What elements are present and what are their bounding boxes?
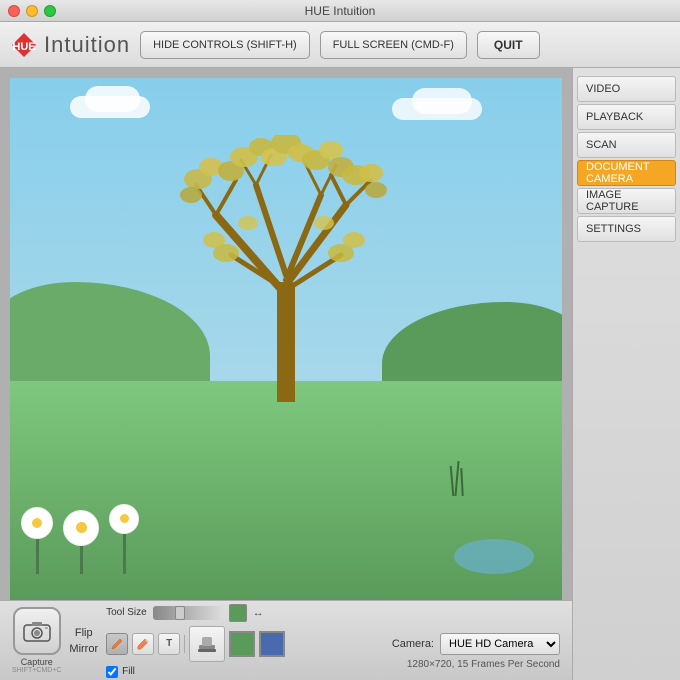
resize-icon: ↔ <box>253 607 264 619</box>
text-icon: T <box>166 638 172 649</box>
window-title: HUE Intuition <box>305 4 376 18</box>
capture-button-container: Capture SHIFT+CMD+C <box>12 607 61 674</box>
flower-head-3 <box>109 504 139 534</box>
capture-text: Capture <box>12 657 61 667</box>
frame-rate-label: 1280×720, 15 Frames Per Second <box>407 659 560 670</box>
sidebar-item-document-camera[interactable]: DOCUMENT CAMERA <box>577 160 676 186</box>
sidebar-item-scan-label: SCAN <box>586 139 617 151</box>
size-preview-box <box>229 604 247 622</box>
tool-size-row: Tool Size ↔ <box>106 604 285 622</box>
tool-buttons-row: T <box>106 626 285 662</box>
capture-label: Capture SHIFT+CMD+C <box>12 657 61 674</box>
hide-controls-button[interactable]: HIDE CONTROLS (SHIFT-H) <box>140 31 310 59</box>
sidebar-item-scan[interactable]: SCAN <box>577 132 676 158</box>
scene-display <box>10 78 562 600</box>
video-feed <box>10 78 562 600</box>
minimize-button[interactable] <box>26 5 38 17</box>
cloud-right-top <box>412 88 472 114</box>
quit-button[interactable]: QUIT <box>477 31 540 59</box>
stamp-tool-button[interactable] <box>189 626 225 662</box>
fullscreen-button[interactable]: FULL SCREEN (CMD-F) <box>320 31 467 59</box>
brush-icon <box>137 638 149 650</box>
capture-shortcut: SHIFT+CMD+C <box>12 667 61 674</box>
flower-1 <box>21 507 53 574</box>
tool-size-slider[interactable] <box>153 606 223 620</box>
pencil-icon <box>111 638 123 650</box>
camera-row: Camera: HUE HD Camera <box>392 633 560 655</box>
svg-text:HUE: HUE <box>12 41 35 53</box>
flip-mirror-controls: Flip Mirror <box>69 627 98 655</box>
flip-button[interactable]: Flip <box>75 627 93 639</box>
brush-tool-button[interactable] <box>132 633 154 655</box>
sidebar-item-image-capture-label: IMAGE CAPTURE <box>586 189 667 213</box>
mirror-button[interactable]: Mirror <box>69 643 98 655</box>
sidebar-item-video-label: VIDEO <box>586 83 620 95</box>
sidebar-item-playback[interactable]: PLAYBACK <box>577 104 676 130</box>
camera-section: Camera: HUE HD Camera 1280×720, 15 Frame… <box>392 633 560 670</box>
toolbar: HUE Intuition HIDE CONTROLS (SHIFT-H) FU… <box>0 22 680 68</box>
color-box-green[interactable] <box>229 631 255 657</box>
main-area: Capture SHIFT+CMD+C Flip Mirror Tool Siz… <box>0 68 680 680</box>
flower-head-2 <box>63 510 99 546</box>
camera-area: Capture SHIFT+CMD+C Flip Mirror Tool Siz… <box>0 68 572 680</box>
sidebar-item-settings-label: SETTINGS <box>586 223 641 235</box>
flower-head-1 <box>21 507 53 539</box>
fill-row: Fill <box>106 666 285 678</box>
flower-2 <box>63 510 99 574</box>
grass-stems <box>451 461 463 496</box>
sidebar-item-playback-label: PLAYBACK <box>586 111 643 123</box>
logo: HUE Intuition <box>10 31 130 59</box>
sidebar: VIDEO PLAYBACK SCAN DOCUMENT CAMERA IMAG… <box>572 68 680 680</box>
hue-logo-icon: HUE <box>10 31 38 59</box>
maximize-button[interactable] <box>44 5 56 17</box>
tools-section: Tool Size ↔ <box>106 604 285 678</box>
sidebar-item-document-camera-label: DOCUMENT CAMERA <box>586 161 667 185</box>
bottom-toolbar: Capture SHIFT+CMD+C Flip Mirror Tool Siz… <box>0 600 572 680</box>
pencil-tool-button[interactable] <box>106 633 128 655</box>
camera-select[interactable]: HUE HD Camera <box>440 633 560 655</box>
flowers-group <box>21 504 139 574</box>
sidebar-item-image-capture[interactable]: IMAGE CAPTURE <box>577 188 676 214</box>
titlebar: HUE Intuition <box>0 0 680 22</box>
tool-size-label: Tool Size <box>106 607 147 618</box>
capture-button[interactable] <box>13 607 61 655</box>
tree-svg <box>176 135 396 365</box>
logo-text: Intuition <box>44 32 130 58</box>
window-controls <box>8 5 56 17</box>
sidebar-item-video[interactable]: VIDEO <box>577 76 676 102</box>
pond <box>454 539 534 574</box>
camera-label: Camera: <box>392 638 434 650</box>
sidebar-item-settings[interactable]: SETTINGS <box>577 216 676 242</box>
flower-3 <box>109 504 139 574</box>
color-box-blue[interactable] <box>259 631 285 657</box>
close-button[interactable] <box>8 5 20 17</box>
camera-icon <box>23 620 51 642</box>
fill-checkbox[interactable] <box>106 666 118 678</box>
stamp-icon <box>196 633 218 655</box>
text-tool-button[interactable]: T <box>158 633 180 655</box>
fill-label: Fill <box>122 666 135 677</box>
cloud-left-top <box>85 86 140 112</box>
color-boxes <box>229 631 285 657</box>
tool-divider <box>184 635 185 653</box>
